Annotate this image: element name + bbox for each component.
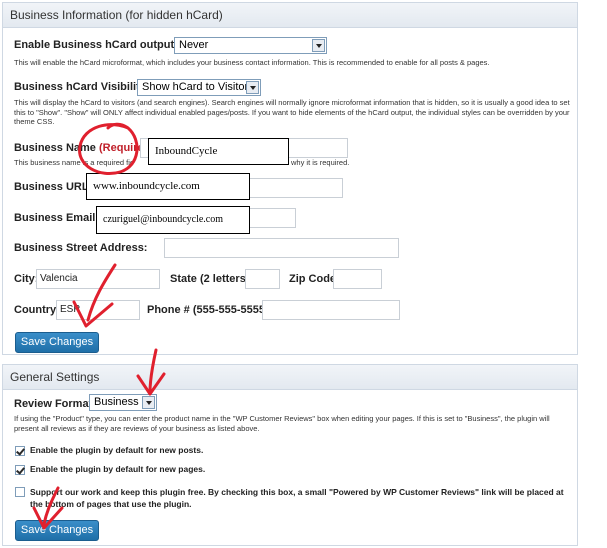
country-label: Country: bbox=[14, 304, 60, 316]
chevron-down-icon bbox=[312, 39, 325, 52]
business-name-help-left: This business name is a required fie bbox=[14, 158, 135, 167]
city-label: City: bbox=[14, 273, 39, 285]
visibility-label: Business hCard Visibility: bbox=[14, 81, 150, 93]
country-input[interactable]: ESP bbox=[56, 300, 140, 320]
enable-pages-checkbox[interactable] bbox=[15, 465, 25, 475]
business-url-overlay: www.inboundcycle.com bbox=[86, 173, 250, 200]
street-address-input[interactable] bbox=[164, 238, 399, 258]
support-label: Support our work and keep this plugin fr… bbox=[30, 487, 564, 509]
review-format-select[interactable]: Business bbox=[89, 394, 157, 411]
hcard-output-value: Never bbox=[179, 39, 209, 51]
phone-input[interactable] bbox=[262, 300, 400, 320]
enable-posts-label: Enable the plugin by default for new pos… bbox=[30, 445, 204, 455]
city-input[interactable]: Valencia bbox=[36, 269, 160, 289]
general-settings-header: General Settings bbox=[3, 365, 577, 390]
street-address-label: Business Street Address: bbox=[14, 242, 148, 254]
business-name-help-right: why it is required. bbox=[291, 158, 350, 167]
review-format-label: Review Format: bbox=[14, 398, 96, 410]
general-settings-panel: General Settings bbox=[2, 364, 578, 546]
state-input[interactable] bbox=[245, 269, 280, 289]
business-name-overlay: InboundCycle bbox=[148, 138, 289, 165]
save-changes-button[interactable]: Save Changes bbox=[15, 332, 99, 353]
save-changes-button-general[interactable]: Save Changes bbox=[15, 520, 99, 541]
review-format-help: If using the "Product" type, you can ent… bbox=[14, 414, 550, 433]
hcard-output-help: This will enable the hCard microformat, … bbox=[14, 58, 490, 67]
business-email-overlay: czuriguel@inboundcycle.com bbox=[96, 206, 250, 234]
state-label: State (2 letters): bbox=[170, 273, 254, 285]
visibility-help: This will display the hCard to visitors … bbox=[14, 98, 570, 126]
business-name-text: Business Name bbox=[14, 142, 96, 154]
enable-posts-checkbox[interactable] bbox=[15, 446, 25, 456]
phone-label: Phone # (555-555-5555): bbox=[147, 304, 273, 316]
chevron-down-icon bbox=[142, 396, 155, 409]
review-format-value: Business bbox=[94, 396, 139, 408]
enable-pages-label: Enable the plugin by default for new pag… bbox=[30, 464, 206, 474]
hcard-output-select[interactable]: Never bbox=[174, 37, 327, 54]
chevron-down-icon bbox=[246, 81, 259, 94]
visibility-value: Show hCard to Visitors bbox=[142, 81, 254, 93]
support-checkbox[interactable] bbox=[15, 487, 25, 497]
business-name-label: Business Name (Required) bbox=[14, 142, 154, 154]
business-info-header: Business Information (for hidden hCard) bbox=[3, 3, 577, 28]
zip-input[interactable] bbox=[333, 269, 382, 289]
visibility-select[interactable]: Show hCard to Visitors bbox=[137, 79, 261, 96]
business-email-label: Business Email: bbox=[14, 212, 99, 224]
hcard-output-label: Enable Business hCard output on: bbox=[14, 39, 195, 51]
business-url-label: Business URL: bbox=[14, 181, 93, 193]
